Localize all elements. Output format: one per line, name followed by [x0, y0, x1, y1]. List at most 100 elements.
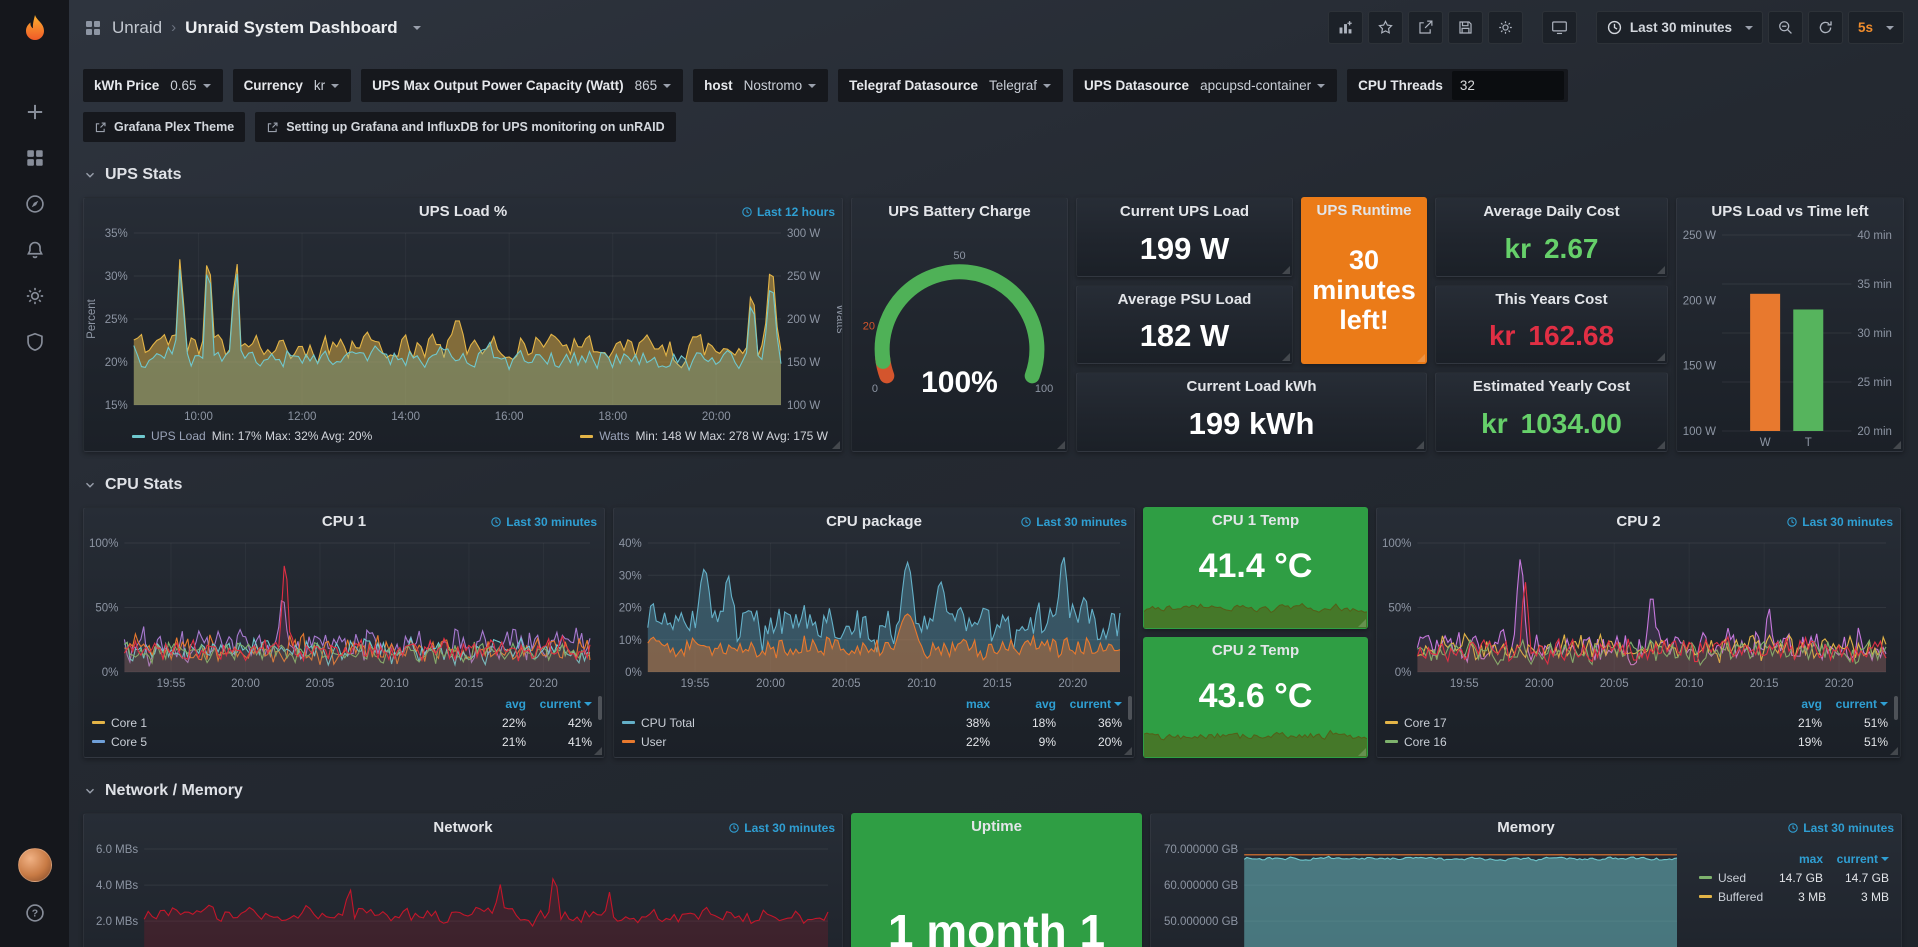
- legend-series-toggle[interactable]: Used: [1699, 871, 1757, 885]
- configuration-gear-icon[interactable]: [13, 278, 57, 314]
- legend-value: 9%: [990, 735, 1056, 749]
- dashboards-icon[interactable]: [13, 140, 57, 176]
- panel-title[interactable]: CPU 2: [1616, 513, 1660, 530]
- variable-kwh-price[interactable]: kWh Price0.65: [83, 69, 223, 102]
- panel-title[interactable]: Current UPS Load: [1120, 203, 1249, 220]
- refresh-button[interactable]: [1808, 11, 1843, 44]
- section-header-network-memory[interactable]: Network / Memory: [83, 782, 1904, 800]
- panel-title[interactable]: Average PSU Load: [1118, 291, 1252, 308]
- cpu2-chart[interactable]: 0%50%100%19:5520:0020:0520:1020:1520:20: [1377, 535, 1900, 692]
- panel-title[interactable]: UPS Load %: [419, 203, 507, 220]
- variable-value[interactable]: 865: [633, 78, 682, 93]
- panel-title[interactable]: Network: [433, 819, 492, 836]
- legend-series-toggle[interactable]: UPS LoadMin: 17% Max: 32% Avg: 20%: [132, 429, 372, 443]
- panel-title[interactable]: Estimated Yearly Cost: [1473, 378, 1630, 395]
- stat-value: 1 month 1: [851, 840, 1142, 947]
- variable-currency[interactable]: Currencykr: [233, 69, 352, 102]
- variable-input[interactable]: 32: [1452, 71, 1564, 100]
- panel-title[interactable]: CPU 1: [322, 513, 366, 530]
- variable-cpu-threads[interactable]: CPU Threads32: [1347, 69, 1568, 102]
- legend-scrollbar[interactable]: [1128, 696, 1132, 720]
- refresh-interval-picker[interactable]: 5s: [1848, 11, 1904, 44]
- add-panel-button[interactable]: [1328, 11, 1363, 44]
- panel-title[interactable]: Average Daily Cost: [1483, 203, 1619, 220]
- navbar: Unraid › Unraid System Dashboard: [69, 0, 1918, 55]
- ups-battery-gauge[interactable]: 02050100100%: [852, 225, 1067, 451]
- grafana-logo[interactable]: [13, 10, 57, 54]
- panel-title[interactable]: CPU 2 Temp: [1212, 642, 1299, 659]
- legend-series-toggle[interactable]: Core 5: [92, 735, 460, 749]
- legend-sort-max[interactable]: max: [1757, 852, 1823, 866]
- variable-value[interactable]: apcupsd-container: [1198, 78, 1335, 93]
- share-button[interactable]: [1408, 11, 1443, 44]
- legend-sort-avg[interactable]: avg: [460, 697, 526, 711]
- cpu1-chart[interactable]: 0%50%100%19:5520:0020:0520:1020:1520:20: [84, 535, 604, 692]
- legend-series-toggle[interactable]: Core 17: [1385, 716, 1756, 730]
- help-icon[interactable]: ?: [13, 895, 57, 931]
- legend-sort-avg[interactable]: avg: [990, 697, 1056, 711]
- section-header-ups-stats[interactable]: UPS Stats: [83, 166, 1904, 184]
- section-header-cpu-stats[interactable]: CPU Stats: [83, 476, 1904, 494]
- dashboard-link[interactable]: Grafana Plex Theme: [83, 112, 245, 142]
- legend-value: 3 MB: [1826, 890, 1889, 904]
- legend-series-toggle[interactable]: Core 16: [1385, 735, 1756, 749]
- breadcrumb-folder[interactable]: Unraid: [112, 18, 162, 38]
- dashboard-switcher-caret-icon[interactable]: [413, 26, 421, 30]
- dashboard-link[interactable]: Setting up Grafana and InfluxDB for UPS …: [255, 112, 675, 142]
- explore-icon[interactable]: [13, 186, 57, 222]
- legend-series-toggle[interactable]: Core 1: [92, 716, 460, 730]
- legend-series-toggle[interactable]: WattsMin: 148 W Max: 278 W Avg: 175 W: [580, 429, 828, 443]
- panel-title[interactable]: UPS Load vs Time left: [1711, 203, 1868, 220]
- variable-value[interactable]: Nostromo: [742, 78, 827, 93]
- legend-sort-avg[interactable]: avg: [1756, 697, 1822, 711]
- cpu-package-chart[interactable]: 0%10%20%30%40%19:5520:0020:0520:1020:152…: [614, 535, 1134, 692]
- panel-title[interactable]: CPU package: [826, 513, 922, 530]
- panel-title[interactable]: Uptime: [971, 818, 1022, 835]
- variable-ups-datasource[interactable]: UPS Datasourceapcupsd-container: [1073, 69, 1337, 102]
- link-label: Setting up Grafana and InfluxDB for UPS …: [286, 120, 664, 134]
- legend-sort-max[interactable]: max: [924, 697, 990, 711]
- legend-series-toggle[interactable]: Buffered: [1699, 890, 1763, 904]
- variable-telegraf-datasource[interactable]: Telegraf DatasourceTelegraf: [838, 69, 1063, 102]
- legend-scrollbar[interactable]: [1894, 696, 1898, 720]
- apps-grid-icon[interactable]: [83, 18, 103, 38]
- legend-series-toggle[interactable]: User: [622, 735, 924, 749]
- panel-title[interactable]: CPU 1 Temp: [1212, 512, 1299, 529]
- user-avatar[interactable]: [13, 847, 57, 883]
- variable-value[interactable]: 0.65: [168, 78, 220, 93]
- variable-value[interactable]: kr: [312, 78, 349, 93]
- panel-title[interactable]: Memory: [1497, 819, 1555, 836]
- svg-text:25 min: 25 min: [1857, 377, 1892, 389]
- panel-title[interactable]: UPS Battery Charge: [888, 203, 1031, 220]
- panel-title[interactable]: This Years Cost: [1495, 291, 1607, 308]
- memory-chart[interactable]: 50.000000 GB60.000000 GB70.000000 GB: [1151, 841, 1691, 947]
- variable-value[interactable]: Telegraf: [987, 78, 1061, 93]
- legend-sort-current[interactable]: current: [1056, 697, 1122, 711]
- variable-ups-max-output-power-capacity-watt-[interactable]: UPS Max Output Power Capacity (Watt)865: [361, 69, 683, 102]
- breadcrumb-dashboard-title[interactable]: Unraid System Dashboard: [185, 18, 398, 38]
- variable-host[interactable]: hostNostromo: [693, 69, 828, 102]
- legend-series-toggle[interactable]: CPU Total: [622, 716, 924, 730]
- create-icon[interactable]: [13, 94, 57, 130]
- star-button[interactable]: [1368, 11, 1403, 44]
- clock-icon: [1606, 19, 1623, 36]
- zoom-out-button[interactable]: [1768, 11, 1803, 44]
- legend-sort-current[interactable]: current: [1823, 852, 1889, 866]
- alerting-icon[interactable]: [13, 232, 57, 268]
- panel-title[interactable]: Current Load kWh: [1187, 378, 1317, 395]
- legend-sort-current[interactable]: current: [526, 697, 592, 711]
- panel-time-override: Last 30 minutes: [490, 515, 597, 529]
- server-admin-shield-icon[interactable]: [13, 324, 57, 360]
- panel-title[interactable]: UPS Runtime: [1316, 202, 1411, 219]
- legend-scrollbar[interactable]: [598, 696, 602, 720]
- svg-text:0%: 0%: [625, 667, 642, 679]
- legend-sort-current[interactable]: current: [1822, 697, 1888, 711]
- cycle-view-mode-button[interactable]: [1542, 11, 1577, 44]
- dashboard-settings-button[interactable]: [1488, 11, 1523, 44]
- ups-load-vs-time-chart[interactable]: 20 min25 min30 min35 min40 min100 W150 W…: [1677, 225, 1903, 451]
- svg-text:?: ?: [31, 909, 37, 920]
- ups-load-chart[interactable]: 15%20%25%30%35%100 W150 W200 W250 W300 W…: [84, 225, 842, 425]
- save-button[interactable]: [1448, 11, 1483, 44]
- network-chart[interactable]: 2.0 MBs4.0 MBs6.0 MBs: [84, 841, 842, 947]
- time-range-picker[interactable]: Last 30 minutes: [1596, 11, 1763, 44]
